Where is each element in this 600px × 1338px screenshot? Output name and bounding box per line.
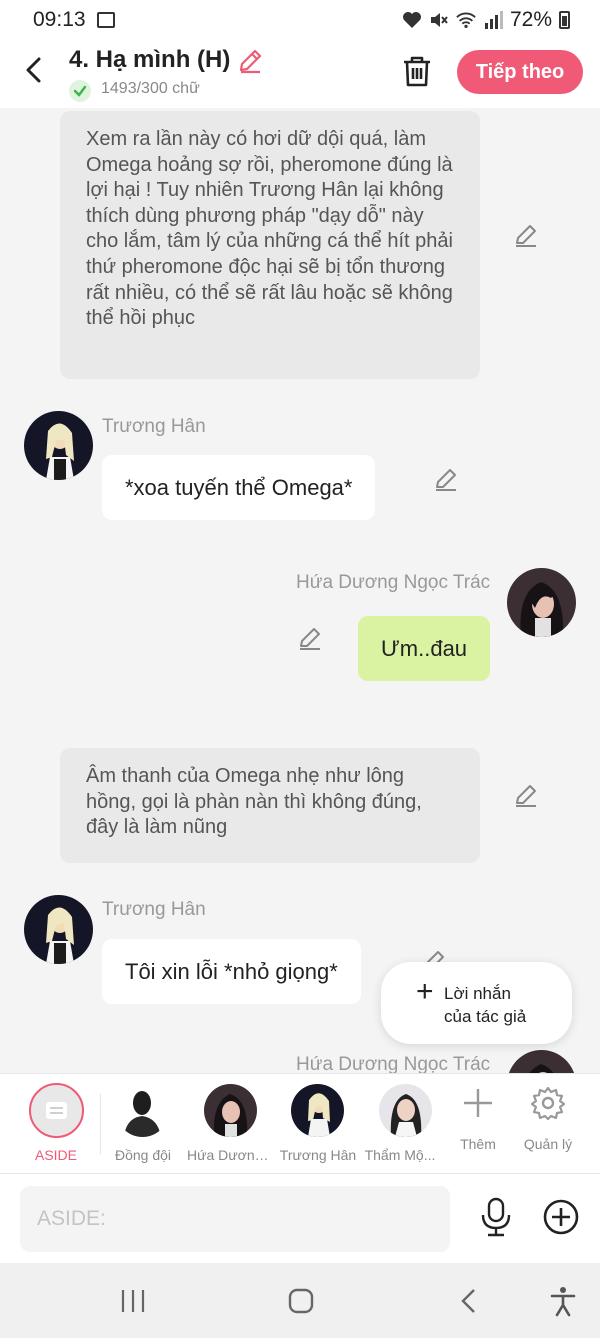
chapter-title: 4. Hạ mình (H) <box>69 46 231 73</box>
message-bubble[interactable]: Tôi xin lỗi *nhỏ giọng* <box>102 939 361 1004</box>
message-bubble-mine[interactable]: Ưm..đau <box>358 616 491 681</box>
word-count: 1493/300 chữ <box>101 80 200 97</box>
sender-name: Trương Hân <box>102 416 206 437</box>
sender-name: Hứa Dương Ngọc Trác <box>296 572 491 593</box>
character-label-aside: ASIDE <box>34 1147 77 1163</box>
narration-bubble[interactable]: Âm thanh của Omega nhẹ như lông hồng, gọ… <box>60 748 480 863</box>
composer <box>0 1173 600 1263</box>
check-icon <box>69 80 91 102</box>
system-nav-bar <box>0 1263 600 1338</box>
edit-icon[interactable] <box>297 625 323 651</box>
avatar-image <box>379 1084 432 1137</box>
sender-name: Trương Hân <box>102 899 206 920</box>
avatar-image <box>204 1084 257 1137</box>
message-input[interactable] <box>20 1186 450 1252</box>
status-icons: 72% <box>402 8 570 32</box>
back-icon[interactable] <box>20 55 50 85</box>
character-label: Trương Hân <box>279 1147 357 1163</box>
character-bar: ASIDE Đồng đội Hứa Dương Ngọc Trác Trươn… <box>0 1073 600 1173</box>
edit-icon[interactable] <box>433 466 459 492</box>
battery-percent: 72% <box>509 8 552 31</box>
add-character-icon[interactable] <box>461 1086 495 1120</box>
character-teammate[interactable] <box>116 1084 169 1137</box>
trash-icon[interactable] <box>401 54 433 88</box>
author-note-line1: Lời nhắn <box>444 984 511 1003</box>
character-label: Thẩm Mộ... <box>364 1147 436 1163</box>
aside-button[interactable] <box>29 1083 84 1138</box>
edit-icon[interactable] <box>513 782 539 808</box>
manage-label[interactable]: Quản lý <box>505 1136 591 1152</box>
gear-icon[interactable] <box>531 1086 565 1120</box>
plus-icon: + <box>416 975 434 1008</box>
avatar-truong-han[interactable] <box>24 895 93 964</box>
status-bar: 09:13 72% <box>0 0 600 40</box>
avatar-image <box>507 568 576 637</box>
character-hua-duong[interactable] <box>204 1084 257 1137</box>
mute-icon <box>430 13 448 27</box>
signal-icon <box>484 11 503 29</box>
avatar-truong-han[interactable] <box>24 411 93 480</box>
battery-icon <box>559 11 570 29</box>
wifi-icon <box>456 12 476 28</box>
next-button[interactable]: Tiếp theo <box>457 50 583 94</box>
edit-title-icon[interactable] <box>236 47 264 75</box>
avatar-image <box>24 895 93 964</box>
character-label: Đồng đội <box>114 1147 172 1163</box>
add-circle-icon[interactable] <box>543 1199 579 1235</box>
message-bubble[interactable]: *xoa tuyến thể Omega* <box>102 455 376 520</box>
avatar-hua-duong-ngoc-trac[interactable] <box>507 1050 576 1073</box>
image-notification-icon <box>97 12 115 28</box>
avatar-image <box>291 1084 344 1137</box>
character-truong-han[interactable] <box>291 1084 344 1137</box>
sender-name: Hứa Dương Ngọc Trác <box>296 1054 491 1073</box>
author-note-line2: của tác giả <box>444 1007 527 1026</box>
edit-icon[interactable] <box>513 222 539 248</box>
author-note-button[interactable]: + Lời nhắn của tác giả <box>381 962 572 1044</box>
author-note-label: Lời nhắn của tác giả <box>444 982 526 1028</box>
home-icon[interactable] <box>285 1285 317 1317</box>
aside-icon <box>46 1102 67 1119</box>
avatar-image <box>507 1050 576 1073</box>
avatar-image <box>24 411 93 480</box>
header: 4. Hạ mình (H) 1493/300 chữ Tiếp theo <box>0 40 600 108</box>
avatar-hua-duong-ngoc-trac[interactable] <box>507 568 576 637</box>
recent-apps-icon[interactable] <box>117 1285 149 1317</box>
character-label: Hứa Dương Ngọc Trác <box>187 1147 273 1163</box>
person-silhouette-icon <box>116 1084 169 1137</box>
microphone-icon[interactable] <box>479 1197 513 1237</box>
chat-area: Xem ra lần này có hơi dữ dội quá, làm Om… <box>0 108 600 1073</box>
divider <box>100 1094 101 1154</box>
back-nav-icon[interactable] <box>453 1285 485 1317</box>
status-time: 09:13 <box>33 8 86 31</box>
narration-bubble[interactable]: Xem ra lần này có hơi dữ dội quá, làm Om… <box>60 111 480 379</box>
heart-icon <box>402 12 421 28</box>
accessibility-icon[interactable] <box>547 1285 579 1317</box>
character-tham-mo[interactable] <box>379 1084 432 1137</box>
